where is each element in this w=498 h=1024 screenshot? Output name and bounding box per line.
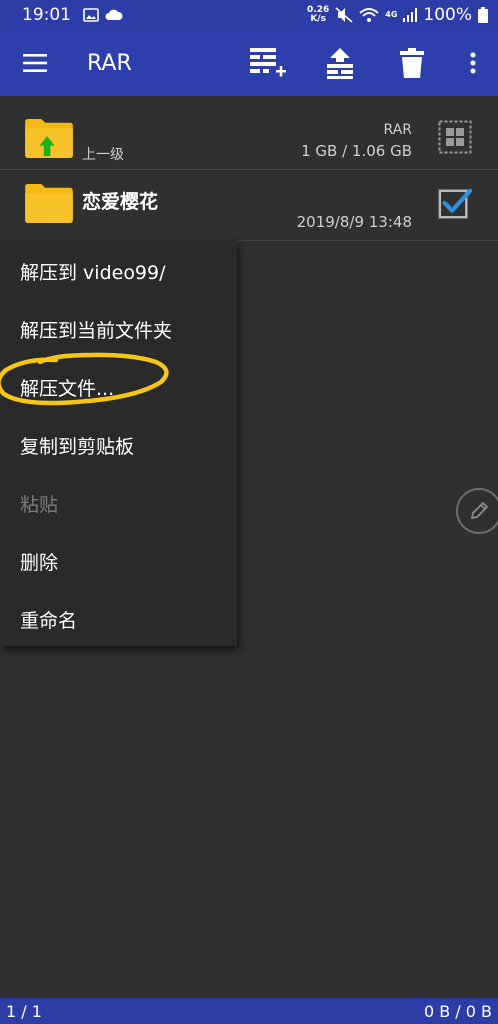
battery-percent: 100% [423,5,472,25]
more-vert-icon [470,52,476,74]
menu-item-extract-files[interactable]: 解压文件... [0,358,237,416]
folder-date: 2019/8/9 13:48 [296,213,412,231]
parent-folder-row[interactable]: 上一级 RAR 1 GB / 1.06 GB [0,98,498,170]
list-item[interactable]: 恋爱樱花 2019/8/9 13:48 [0,171,498,241]
menu-button[interactable] [0,30,70,96]
mute-icon [335,7,353,23]
net-speed-unit: K/s [310,14,326,24]
bottom-status-bar: 1 / 1 0 B / 0 B [0,998,498,1024]
folder-up-icon [25,118,73,158]
selection-size: 0 B / 0 B [423,1001,492,1021]
wifi-icon [359,8,379,22]
cloud-icon [105,9,123,20]
net-speed: 0.26 K/s [307,6,329,24]
archive-type: RAR [383,122,412,138]
status-bar: 19:01 0.26 K/s 4G 100% [0,0,498,30]
archive-size: 1 GB / 1.06 GB [301,142,412,160]
network-type: 4G [385,10,398,19]
menu-item-paste: 粘贴 [20,493,59,516]
menu-item-delete[interactable]: 删除 [0,532,237,590]
select-all-icon[interactable] [438,120,472,154]
app-bar: RAR [0,30,498,96]
checkbox-checked-icon[interactable] [438,187,472,221]
status-time: 19:01 [22,5,71,25]
delete-button[interactable] [376,30,448,96]
app-title: RAR [87,50,132,76]
folder-name: 恋爱樱花 [82,191,159,213]
extract-icon [327,48,353,79]
signal-icon [403,8,418,22]
menu-item-extract-here[interactable]: 解压到当前文件夹 [0,300,237,358]
menu-item-extract-to-folder[interactable]: 解压到 video99/ [0,242,237,300]
menu-item-copy-to-clipboard[interactable]: 复制到剪贴板 [0,416,237,474]
extract-button[interactable] [304,30,376,96]
battery-icon [478,7,488,23]
more-options-button[interactable] [448,30,498,96]
pencil-icon [470,501,489,520]
gallery-icon [83,8,99,22]
folder-icon [25,183,73,223]
context-menu: 解压到 video99/ 解压到当前文件夹 解压文件... 复制到剪贴板 粘贴 … [0,240,237,646]
parent-folder-label: 上一级 [82,147,124,163]
add-to-archive-button[interactable] [232,30,304,96]
selection-count: 1 / 1 [6,1001,42,1021]
menu-icon [23,54,47,72]
menu-item-rename[interactable]: 重命名 [0,590,237,648]
add-to-archive-icon [250,48,286,77]
trash-icon [400,48,424,78]
edit-fab-button[interactable] [456,488,498,534]
